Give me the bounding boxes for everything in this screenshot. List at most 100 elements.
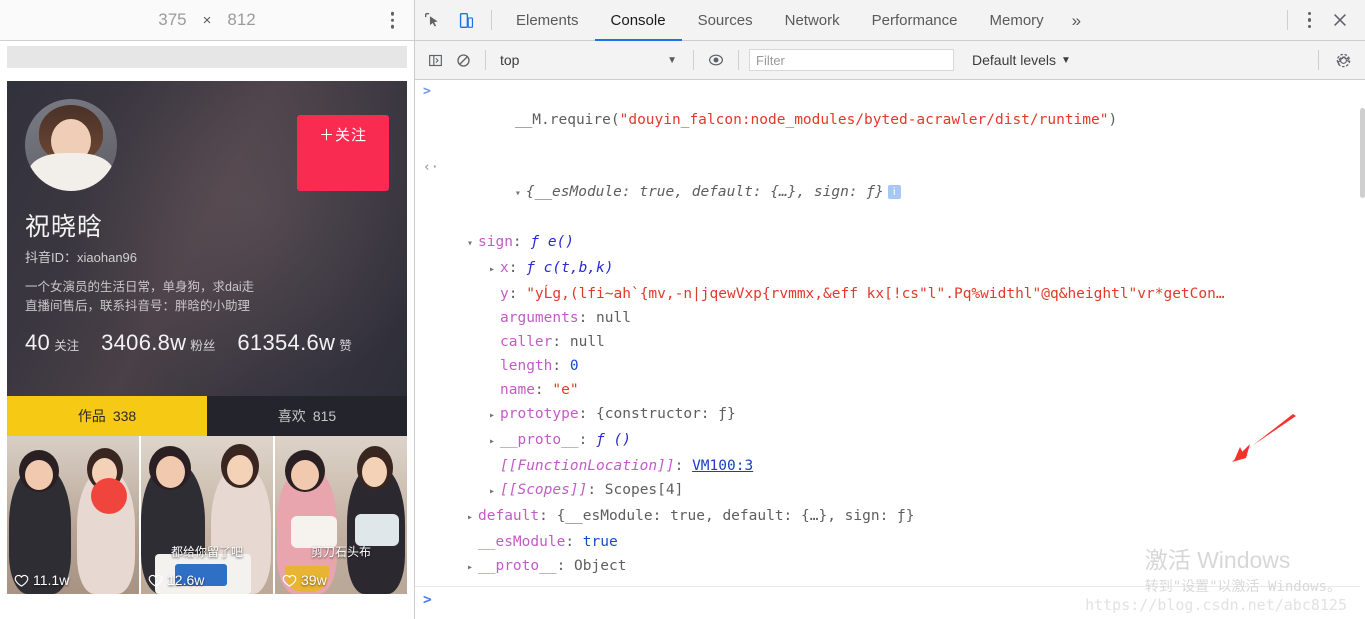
device-ruler <box>7 46 407 68</box>
property-separator: : <box>552 358 570 374</box>
device-height-input[interactable]: 812 <box>227 10 255 30</box>
object-property-row[interactable]: length: 0 <box>415 354 1365 378</box>
execution-context-select[interactable]: top ▼ <box>494 52 685 68</box>
heart-icon <box>14 574 29 587</box>
property-separator: : <box>565 534 583 550</box>
follow-button[interactable]: ＋关注 <box>296 115 389 191</box>
stat-likes[interactable]: 61354.6w 赞 <box>237 330 351 356</box>
more-tabs-icon[interactable]: » <box>1060 0 1093 41</box>
object-property-row[interactable]: ▸ __proto__: ƒ () <box>415 428 1365 454</box>
tab-works-count: 338 <box>112 408 137 424</box>
bio-line-1: 一个女演员的生活日常，单身狗，求dai走 <box>25 280 255 294</box>
device-toolbar-icon[interactable] <box>449 0 483 41</box>
expand-triangle-icon[interactable]: ▸ <box>489 480 500 504</box>
device-width-input[interactable]: 375 <box>158 10 186 30</box>
object-property-row[interactable]: ▸ __proto__: Object <box>415 554 1365 580</box>
like-value: 12.6w <box>167 572 205 588</box>
expand-triangle-icon[interactable]: ▸ <box>467 506 478 530</box>
property-name: sign <box>478 234 513 250</box>
gear-icon[interactable] <box>1327 45 1359 75</box>
device-viewport[interactable]: ＋关注 祝晓晗 抖音ID：xiaohan96 一个女演员的生活日常，单身狗，求d… <box>7 68 407 619</box>
expand-triangle-icon[interactable]: ▾ <box>515 182 526 206</box>
property-separator: : <box>674 458 693 474</box>
profile-id: 抖音ID：xiaohan96 <box>25 247 407 266</box>
property-name: [[Scopes]] <box>500 482 588 498</box>
console-output[interactable]: > __M.require("douyin_falcon:node_modules… <box>415 80 1365 619</box>
toolbar-divider <box>1318 50 1319 70</box>
object-property-row[interactable]: __esModule: true <box>415 530 1365 554</box>
close-icon[interactable] <box>1323 0 1357 41</box>
object-property-row[interactable]: ▾ sign: ƒ e() <box>415 230 1365 256</box>
property-separator: : <box>587 482 605 498</box>
video-thumbnail[interactable]: 剪刀石头布 39w <box>275 436 407 594</box>
toolbar-divider <box>1286 10 1288 30</box>
toolbar-divider <box>738 50 739 70</box>
tab-sources[interactable]: Sources <box>682 0 769 41</box>
console-scrollbar[interactable] <box>1360 80 1365 619</box>
object-property-row[interactable]: y: "yĹg,(lfi~ah`{mv,-n|jqewVxp{rvmmx,&ef… <box>415 282 1365 306</box>
object-property-row[interactable]: caller: null <box>415 330 1365 354</box>
video-like-count: 12.6w <box>148 572 204 588</box>
devtools-menu-icon[interactable] <box>1307 11 1311 29</box>
expand-triangle-icon[interactable]: ▸ <box>467 556 478 580</box>
tab-network[interactable]: Network <box>769 0 856 41</box>
tab-memory[interactable]: Memory <box>974 0 1060 41</box>
object-property-row[interactable]: ▸ [[Scopes]]: Scopes[4] <box>415 478 1365 504</box>
live-expression-icon[interactable] <box>702 45 730 75</box>
result-summary-open: { <box>525 184 535 200</box>
expand-triangle-icon[interactable]: ▾ <box>467 232 478 256</box>
result-summary: __esModule: true, default: {…}, sign: ƒ} <box>534 184 884 200</box>
toolbar-divider <box>485 50 486 70</box>
avatar[interactable] <box>25 99 117 191</box>
property-value: Scopes[4] <box>604 482 684 498</box>
tab-likes-count: 815 <box>312 408 337 424</box>
profile-stats: 40 关注 3406.8w 粉丝 61354.6w 赞 <box>25 330 407 356</box>
profile-bio: 一个女演员的生活日常，单身狗，求dai走 直播间售后，联系抖音号：胖晗的小助理 <box>25 278 407 316</box>
stat-following[interactable]: 40 关注 <box>25 330 79 356</box>
expand-triangle-icon[interactable]: ▸ <box>489 430 500 454</box>
tab-console[interactable]: Console <box>594 0 682 41</box>
video-thumbnail[interactable]: 都给你留了吧 12.6w <box>141 436 273 594</box>
object-property-row[interactable]: ▸ prototype: {constructor: ƒ} <box>415 402 1365 428</box>
property-separator: : <box>534 382 553 398</box>
filter-input[interactable]: Filter <box>749 49 954 71</box>
stat-followers[interactable]: 3406.8w 粉丝 <box>101 330 215 356</box>
console-sidebar-icon[interactable] <box>421 45 449 75</box>
object-property-row[interactable]: arguments: null <box>415 306 1365 330</box>
input-expression-suffix: ) <box>1108 112 1118 128</box>
property-name: caller <box>500 334 553 350</box>
log-levels-value: Default levels <box>972 52 1057 68</box>
video-caption: 剪刀石头布 <box>310 545 371 559</box>
log-levels-select[interactable]: Default levels ▼ <box>972 52 1071 68</box>
function-location-row[interactable]: [[FunctionLocation]]: VM100:3 <box>415 454 1365 478</box>
property-separator: : <box>578 310 597 326</box>
device-menu-icon[interactable] <box>390 11 394 29</box>
property-name: __esModule <box>478 534 566 550</box>
expand-triangle-icon[interactable]: ▸ <box>489 404 500 428</box>
tab-performance[interactable]: Performance <box>856 0 974 41</box>
property-value: Object <box>574 558 627 574</box>
function-location-link[interactable]: VM100:3 <box>692 458 753 474</box>
chevron-down-icon: ▼ <box>1061 54 1071 66</box>
property-separator: : <box>539 508 557 524</box>
return-arrow-icon: ‹· <box>423 160 439 175</box>
expand-triangle-icon[interactable]: ▸ <box>489 258 500 282</box>
video-grid: 11.1w 都给你留了吧 12.6w 剪刀石头布 39w <box>7 436 407 594</box>
tab-works[interactable]: 作品 338 <box>7 396 207 436</box>
object-property-row[interactable]: ▸ default: {__esModule: true, default: {…… <box>415 504 1365 530</box>
devtools-tabs: Elements Console Sources Network Perform… <box>500 0 1093 41</box>
tab-elements[interactable]: Elements <box>500 0 595 41</box>
video-like-count: 39w <box>282 572 327 588</box>
tab-likes[interactable]: 喜欢 815 <box>207 396 407 436</box>
device-emulation-pane: 375 × 812 ＋关注 祝晓晗 抖音ID：xiaohan96 一个女演员的生… <box>0 0 415 619</box>
heart-icon <box>282 574 297 587</box>
devtools-tabbar-right <box>1279 0 1365 41</box>
info-badge-icon[interactable]: i <box>887 185 901 199</box>
object-property-row[interactable]: name: "e" <box>415 378 1365 402</box>
clear-console-icon[interactable] <box>449 45 477 75</box>
toolbar-divider <box>491 10 492 30</box>
video-thumbnail[interactable]: 11.1w <box>7 436 139 594</box>
property-separator: : <box>578 432 597 448</box>
object-property-row[interactable]: ▸ x: ƒ c(t,b,k) <box>415 256 1365 282</box>
cursor-inspect-icon[interactable] <box>415 0 449 41</box>
